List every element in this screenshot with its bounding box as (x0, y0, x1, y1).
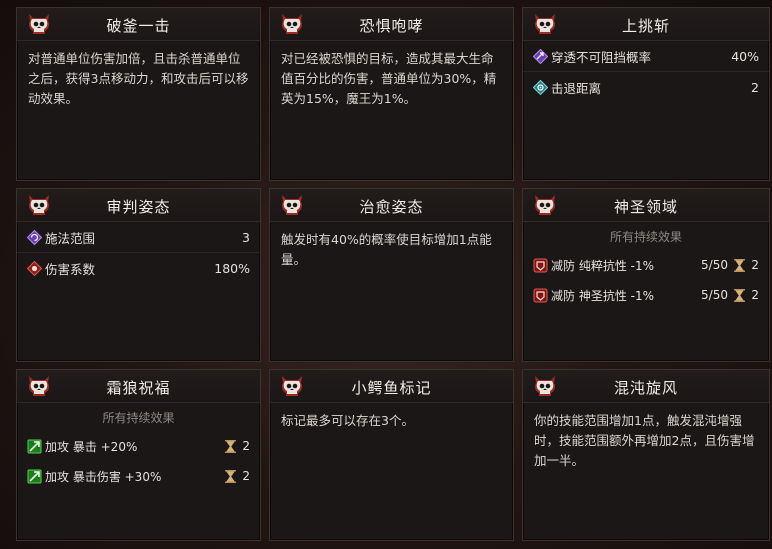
card-description: 触发时有40%的概率使目标增加1点能量。 (281, 232, 492, 267)
card-title: 治愈姿态 (359, 198, 424, 216)
card-header: 治愈姿态 (270, 189, 513, 222)
stat-row: 施法范围 3 (17, 222, 260, 253)
card-title: 上挑斩 (621, 17, 670, 35)
stat-row: 穿透不可阻挡概率 40% (523, 41, 769, 72)
effects-subheader: 所有持续效果 (609, 230, 682, 244)
green-buff-icon (27, 469, 42, 483)
card-header: 混沌旋风 (523, 370, 769, 403)
hourglass-icon (734, 288, 745, 302)
skill-card-kongju-paoxiao[interactable]: 恐惧咆哮 对已经被恐惧的目标，造成其最大生命值百分比的伤害，普通单位为30%，精… (269, 7, 514, 181)
hourglass-icon (225, 469, 236, 483)
stat-label: 施法范围 (45, 230, 96, 246)
card-title: 神圣领域 (613, 198, 678, 216)
red-debuff-icon (533, 288, 548, 302)
card-description: 标记最多可以存在3个。 (281, 413, 414, 428)
card-title: 霜狼祝福 (106, 379, 171, 397)
stat-label: 击退距离 (551, 80, 602, 96)
hourglass-icon (225, 439, 236, 453)
card-title: 混沌旋风 (613, 379, 678, 397)
card-header: 破釜一击 (17, 8, 260, 41)
skill-card-pofu-yiji[interactable]: 破釜一击 对普通单位伤害加倍，且击杀普通单位之后，获得3点移动力，和攻击后可以移… (16, 7, 261, 181)
effect-label: 减防 纯粹抗性 -1% (551, 258, 654, 273)
effect-turns: 2 (242, 439, 250, 453)
stat-value: 3 (242, 229, 250, 245)
green-buff-icon (27, 439, 42, 453)
effect-row: 加攻 暴击伤害 +30% 2 (17, 461, 260, 491)
effect-turns: 2 (242, 469, 250, 483)
card-description: 对普通单位伤害加倍，且击杀普通单位之后，获得3点移动力，和攻击后可以移动效果。 (28, 51, 249, 106)
card-header: 小鳄鱼标记 (270, 370, 513, 403)
card-header: 上挑斩 (523, 8, 769, 41)
skill-card-shangtiao-zhan[interactable]: 上挑斩 穿透不可阻挡概率 40% 击退距离 2 (522, 7, 770, 181)
skill-card-shenpan-zitai[interactable]: 审判姿态 施法范围 3 伤害系数 180% (16, 188, 261, 362)
effect-turns: 2 (751, 258, 759, 272)
card-title: 恐惧咆哮 (359, 17, 424, 35)
stat-value: 40% (731, 48, 759, 64)
effects-subheader: 所有持续效果 (102, 411, 175, 425)
teal-knockback-icon (533, 79, 548, 95)
effect-label: 加攻 暴击伤害 +30% (45, 469, 162, 484)
effect-stack: 5/50 (701, 258, 728, 272)
card-title: 审判姿态 (106, 198, 171, 216)
effect-stack: 5/50 (701, 288, 728, 302)
red-damage-icon (27, 260, 42, 276)
stat-label: 穿透不可阻挡概率 (551, 49, 652, 65)
skill-card-shensheng-lingyu[interactable]: 神圣领域 所有持续效果 减防 纯粹抗性 -1% 5/50 2 减防 神圣抗性 -… (522, 188, 770, 362)
purple-range-icon (27, 229, 42, 245)
card-header: 审判姿态 (17, 189, 260, 222)
hourglass-icon (734, 258, 745, 272)
card-title: 破釜一击 (106, 17, 171, 35)
card-header: 恐惧咆哮 (270, 8, 513, 41)
purple-pierce-icon (533, 48, 548, 64)
effect-label: 加攻 暴击 +20% (45, 439, 138, 454)
card-title: 小鳄鱼标记 (351, 379, 432, 397)
effect-row: 加攻 暴击 +20% 2 (17, 431, 260, 461)
stat-row: 伤害系数 180% (17, 253, 260, 283)
skill-card-shuanglang-zhufu[interactable]: 霜狼祝福 所有持续效果 加攻 暴击 +20% 2 加攻 暴击伤害 +30% 2 (16, 369, 261, 541)
stat-row: 击退距离 2 (523, 72, 769, 102)
card-description: 你的技能范围增加1点，触发混沌增强时，技能范围额外再增加2点，且伤害增加一半。 (534, 413, 755, 468)
card-description: 对已经被恐惧的目标，造成其最大生命值百分比的伤害，普通单位为30%，精英为15%… (281, 51, 497, 106)
stat-value: 180% (214, 260, 250, 276)
red-debuff-icon (533, 258, 548, 272)
skill-card-xiao-eyu-biaoji[interactable]: 小鳄鱼标记 标记最多可以存在3个。 (269, 369, 514, 541)
effect-label: 减防 神圣抗性 -1% (551, 288, 654, 303)
card-header: 霜狼祝福 (17, 370, 260, 403)
effect-turns: 2 (751, 288, 759, 302)
skill-card-zhiyu-zitai[interactable]: 治愈姿态 触发时有40%的概率使目标增加1点能量。 (269, 188, 514, 362)
skill-card-grid: 破釜一击 对普通单位伤害加倍，且击杀普通单位之后，获得3点移动力，和攻击后可以移… (16, 7, 770, 541)
stat-value: 2 (751, 79, 759, 95)
effect-row: 减防 纯粹抗性 -1% 5/50 2 (523, 250, 769, 280)
stat-label: 伤害系数 (45, 261, 96, 277)
skill-card-hundun-xuanfeng[interactable]: 混沌旋风 你的技能范围增加1点，触发混沌增强时，技能范围额外再增加2点，且伤害增… (522, 369, 770, 541)
effect-row: 减防 神圣抗性 -1% 5/50 2 (523, 280, 769, 310)
card-header: 神圣领域 (523, 189, 769, 222)
